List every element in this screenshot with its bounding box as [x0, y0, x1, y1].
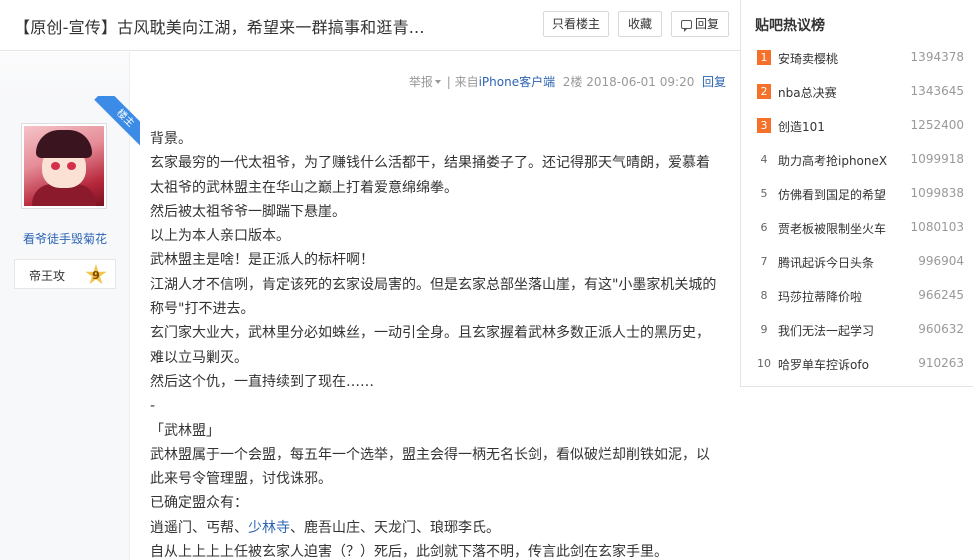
rank-number: 9: [760, 323, 768, 336]
reply-button[interactable]: 回复: [671, 11, 729, 37]
list-item[interactable]: 4 助力高考抢iphoneX 1099918: [741, 146, 973, 180]
comment-icon: [680, 20, 692, 32]
list-item[interactable]: 5 仿佛看到国足的希望 1099838: [741, 180, 973, 214]
content-line: 武林盟属于一个会盟，每五年一个选举，盟主会得一柄无名长剑，看似破烂却削铁如泥，以: [150, 446, 710, 463]
author-column-top: [0, 52, 130, 100]
client-link[interactable]: iPhone客户端: [479, 75, 556, 89]
content-line: 已确定盟众有：: [150, 495, 248, 512]
content-line: 以上为本人亲口版本。: [150, 228, 290, 245]
rank-number: 8: [760, 289, 768, 302]
only-op-button[interactable]: 只看楼主: [543, 11, 609, 37]
topic-name[interactable]: 玛莎拉蒂降价啦: [778, 288, 862, 305]
post-content: 背景。 玄家最穷的一代太祖爷，为了赚钱什么活都干，结果捅娄子了。还记得那天气晴朗…: [150, 127, 725, 560]
topic-count: 966245: [918, 288, 964, 302]
content-line: 称号"打不进去。: [150, 301, 255, 318]
topic-name[interactable]: 贾老板被限制坐火车: [778, 220, 886, 237]
rank-number: 5: [760, 187, 768, 200]
sects-after: 、鹿吾山庄、天龙门、琅琊李氏。: [290, 519, 500, 536]
floor-number: 2楼: [562, 75, 583, 89]
list-item[interactable]: 10 哈罗单车控诉ofo 910263: [741, 350, 973, 384]
shaolin-link[interactable]: 少林寺: [248, 520, 290, 536]
author-name[interactable]: 看爷徒手毁菊花: [0, 230, 130, 247]
rank-badge: 1: [757, 50, 771, 65]
post-meta: 举报 | 来自iPhone客户端 2楼 2018-06-01 09:20 回复: [409, 73, 726, 90]
content-line: 然后被太祖爷爷一脚踹下悬崖。: [150, 203, 346, 220]
content-line: 太祖爷的武林盟主在华山之巅上打着爱意绵绵拳。: [150, 179, 458, 196]
hot-topics-sidebar: 贴吧热议榜 1 安琦卖樱桃 1394378 2 nba总决赛 1343645 3 创造10…: [740, 0, 973, 387]
topic-count: 1394378: [910, 50, 964, 64]
content-line: 「武林盟」: [150, 422, 220, 439]
topic-count: 1080103: [910, 220, 964, 234]
rank-number: 4: [760, 153, 768, 166]
post-reply-link[interactable]: 回复: [702, 75, 726, 89]
level-star-icon: 9: [85, 264, 107, 285]
report-link[interactable]: 举报: [409, 75, 443, 89]
topic-name[interactable]: 创造101: [778, 118, 825, 135]
rank-badge: 2: [757, 84, 771, 99]
content-line: 玄门家大业大，武林里分必如蛛丝，一动引全身。且玄家握着武林多数正派人士的黑历史，: [150, 325, 710, 342]
topic-name[interactable]: nba总决赛: [778, 84, 837, 101]
content-line: 然后这个仇，一直持续到了现在……: [150, 373, 374, 390]
content-line: 自从上上上上任被玄家人迫害（？）死后，此剑就下落不明，传言此剑在玄家手里。: [150, 544, 668, 560]
rank-number: 6: [760, 221, 768, 234]
topic-name[interactable]: 腾讯起诉今日头条: [778, 254, 874, 271]
topic-count: 1252400: [910, 118, 964, 132]
list-item[interactable]: 7 腾讯起诉今日头条 996904: [741, 248, 973, 282]
topic-count: 1099838: [910, 186, 964, 200]
topic-count: 1099918: [910, 152, 964, 166]
caret-down-icon: [434, 80, 441, 84]
topic-name[interactable]: 安琦卖樱桃: [778, 50, 838, 67]
post: 举报 | 来自iPhone客户端 2楼 2018-06-01 09:20 回复 …: [0, 52, 740, 560]
content-line: 难以立马剿灭。: [150, 349, 248, 366]
list-item[interactable]: 3 创造101 1252400: [741, 112, 973, 146]
hot-topics-list: 1 安琦卖樱桃 1394378 2 nba总决赛 1343645 3 创造101 12524…: [741, 44, 973, 384]
post-time: 2018-06-01 09:20: [586, 75, 695, 89]
op-ribbon: 楼主: [84, 96, 140, 152]
content-line: -: [150, 398, 156, 415]
topic-name[interactable]: 哈罗单车控诉ofo: [778, 356, 869, 373]
rank-badge: 3: [757, 118, 771, 133]
favorite-button[interactable]: 收藏: [618, 11, 662, 37]
member-badge[interactable]: 帝王攻 9: [14, 259, 116, 289]
sects-before: 逍遥门、丐帮、: [150, 519, 248, 536]
list-item[interactable]: 1 安琦卖樱桃 1394378: [741, 44, 973, 78]
list-item[interactable]: 6 贾老板被限制坐火车 1080103: [741, 214, 973, 248]
report-label: 举报: [408, 75, 433, 89]
list-item[interactable]: 9 我们无法一起学习 960632: [741, 316, 973, 350]
reply-button-label: 回复: [694, 17, 719, 31]
topic-count: 910263: [918, 356, 964, 370]
op-ribbon-label: 楼主: [94, 96, 140, 150]
thread-title: 【原创-宣传】古风耽美向江湖，希望来一群搞事和逛青...: [14, 18, 425, 37]
hot-topics-title: 贴吧热议榜: [755, 18, 825, 34]
list-item[interactable]: 2 nba总决赛 1343645: [741, 78, 973, 112]
list-item[interactable]: 8 玛莎拉蒂降价啦 966245: [741, 282, 973, 316]
content-line: 背景。: [150, 131, 192, 147]
content-line-sects: 逍遥门、丐帮、少林寺、鹿吾山庄、天龙门、琅琊李氏。: [150, 516, 725, 540]
topic-name[interactable]: 仿佛看到国足的希望: [778, 186, 886, 203]
thread-header: 【原创-宣传】古风耽美向江湖，希望来一群搞事和逛青... 只看楼主 收藏 回复: [0, 0, 740, 51]
rank-number: 7: [760, 255, 768, 268]
from-prefix: | 来自: [446, 75, 479, 89]
content-line: 此来号令管理盟，讨伐诛邪。: [150, 471, 332, 488]
topic-name[interactable]: 助力高考抢iphoneX: [778, 152, 887, 169]
content-line: 武林盟主是啥！是正派人的标杆啊！: [150, 252, 374, 269]
badge-title: 帝王攻: [29, 269, 66, 283]
content-line: 江湖人才不信咧，肯定该死的玄家设局害的。但是玄家总部坐落山崖，有这"小墨家机关城…: [150, 276, 717, 293]
topic-count: 960632: [918, 322, 964, 336]
rank-number: 10: [757, 357, 771, 370]
content-line: 玄家最穷的一代太祖爷，为了赚钱什么活都干，结果捅娄子了。还记得那天气晴朗，爱慕着: [150, 155, 710, 172]
topic-count: 996904: [918, 254, 964, 268]
topic-name[interactable]: 我们无法一起学习: [778, 322, 874, 339]
topic-count: 1343645: [910, 84, 964, 98]
